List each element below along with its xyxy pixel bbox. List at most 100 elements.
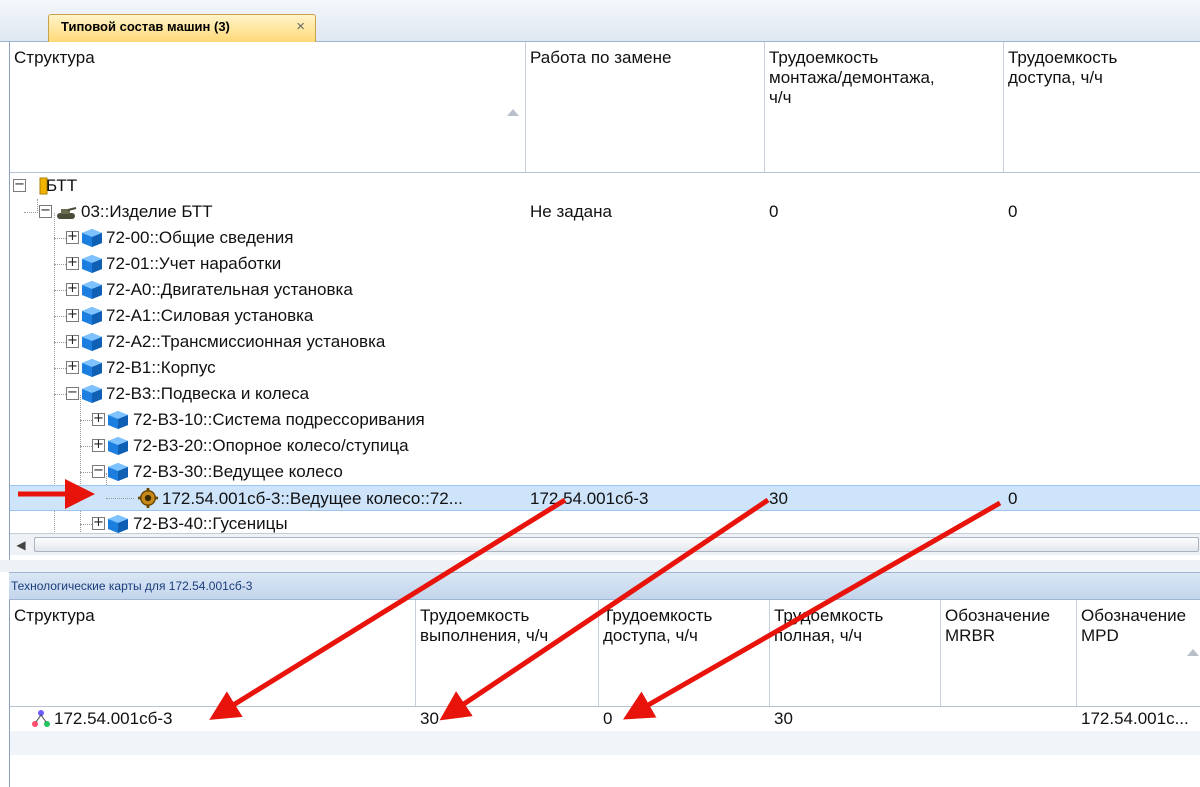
replace-work-cell: 172.54.001сб-3 [530, 489, 649, 508]
full-labor-cell: 30 [774, 709, 793, 728]
tree-node-label: 72-01::Учет наработки [106, 254, 282, 273]
tree-guide [80, 524, 92, 525]
cube-icon [82, 229, 102, 247]
tree-guide [80, 420, 92, 421]
table-row-empty [10, 755, 1200, 779]
tree-node-label: 72-A0::Двигательная установка [106, 280, 353, 299]
expander-minus-icon[interactable]: − [13, 178, 26, 192]
tree-row[interactable]: − 72-B3::Подвеска и колеса [10, 381, 1200, 407]
tree-row[interactable]: + 72-B1::Корпус [10, 355, 1200, 381]
scroll-thumb[interactable] [34, 537, 1199, 552]
cube-icon [82, 359, 102, 377]
column-header-structure[interactable]: Структура [10, 42, 526, 172]
expander-minus-icon[interactable]: − [39, 204, 52, 218]
horizontal-scrollbar[interactable]: ◀ [10, 533, 1200, 555]
expander-plus-icon[interactable]: + [66, 334, 79, 348]
expander-plus-icon[interactable]: + [66, 360, 79, 374]
column-header-mrbr[interactable]: Обозначение MRBR [941, 600, 1077, 706]
exec-labor-cell: 30 [420, 709, 439, 728]
column-header-structure[interactable]: Структура [10, 600, 416, 706]
column-header-full-labor[interactable]: Трудоемкость полная, ч/ч [770, 600, 941, 706]
structure-table-header: Структура Работа по замене Трудоемкость … [10, 42, 1200, 173]
gear-icon [138, 488, 158, 508]
tree-guide [24, 212, 38, 213]
tree-node-label: 72-B3-30::Ведущее колесо [133, 462, 343, 481]
expander-minus-icon[interactable]: − [92, 464, 105, 478]
tree-row[interactable]: + 72-00::Общие сведения [10, 225, 1200, 251]
cube-icon [82, 307, 102, 325]
tree-node-label: 72-A1::Силовая установка [106, 306, 314, 325]
tree-row[interactable]: − БТТ [10, 173, 1200, 199]
tree-node-label: 72-A2::Трансмиссионная установка [106, 332, 386, 351]
cube-icon [82, 333, 102, 351]
tree-node-label: 72-B3::Подвеска и колеса [106, 384, 310, 403]
cube-icon [108, 411, 128, 429]
table-row[interactable]: 172.54.001сб-3 30 0 30 172.54.001с... [10, 707, 1200, 731]
techcards-panel: Структура Трудоемкость выполнения, ч/ч Т… [9, 600, 1200, 787]
column-header-access-labor[interactable]: Трудоемкость доступа, ч/ч [1004, 42, 1200, 172]
tree-node-label: 72-B3-10::Система подрессоривания [133, 410, 425, 429]
tab-strip: Типовой состав машин (3) × [0, 0, 1200, 42]
tree-guide [54, 394, 66, 395]
techcards-caption: Технологические карты для 172.54.001сб-3 [9, 572, 1200, 600]
tree-row[interactable]: + 72-A0::Двигательная установка [10, 277, 1200, 303]
techcard-label: 172.54.001сб-3 [54, 709, 173, 728]
tree-row[interactable]: + 72-A2::Трансмиссионная установка [10, 329, 1200, 355]
sort-ascending-icon [507, 109, 519, 116]
expander-minus-icon[interactable]: − [66, 386, 79, 400]
expander-plus-icon[interactable]: + [66, 230, 79, 244]
mount-labor-cell: 0 [769, 202, 779, 221]
cube-icon [82, 255, 102, 273]
tree-row[interactable]: − 03::Изделие БТТ Не задана 0 0 [10, 199, 1200, 225]
cube-icon [108, 515, 128, 533]
tree-row[interactable]: + 72-B3-20::Опорное колесо/ступица [10, 433, 1200, 459]
tab-typical-composition[interactable]: Типовой состав машин (3) × [48, 14, 316, 42]
tree-guide [54, 238, 66, 239]
window: Типовой состав машин (3) × Структура Раб… [0, 0, 1200, 787]
tree-node-label: 72-00::Общие сведения [106, 228, 294, 247]
access-labor-cell: 0 [603, 709, 613, 728]
access-labor-cell: 0 [1008, 489, 1018, 508]
access-labor-cell: 0 [1008, 202, 1018, 221]
expander-plus-icon[interactable]: + [66, 256, 79, 270]
tree-row[interactable]: − 72-B3-30::Ведущее колесо [10, 459, 1200, 485]
replace-work-cell: Не задана [530, 202, 612, 221]
structure-panel: Структура Работа по замене Трудоемкость … [9, 42, 1200, 560]
tree-row[interactable]: + 72-01::Учет наработки [10, 251, 1200, 277]
tree-guide [54, 290, 66, 291]
tree-node-label: БТТ [46, 176, 78, 195]
expander-plus-icon[interactable]: + [92, 438, 105, 452]
expander-plus-icon[interactable]: + [92, 516, 105, 530]
column-header-exec-labor[interactable]: Трудоемкость выполнения, ч/ч [416, 600, 599, 706]
expander-plus-icon[interactable]: + [66, 282, 79, 296]
column-header-replace-work[interactable]: Работа по замене [526, 42, 765, 172]
sort-ascending-icon [1187, 649, 1199, 656]
techcards-table-header: Структура Трудоемкость выполнения, ч/ч Т… [10, 600, 1200, 707]
cube-icon [108, 463, 128, 481]
tank-icon [57, 207, 77, 219]
cube-icon [82, 281, 102, 299]
techcard-icon [32, 710, 50, 727]
cube-icon [82, 385, 102, 403]
expander-plus-icon[interactable]: + [92, 412, 105, 426]
tree-row[interactable]: + 72-B3-10::Система подрессоривания [10, 407, 1200, 433]
tree-guide [54, 316, 66, 317]
tree-guide [80, 472, 92, 473]
tree-node-label: 172.54.001сб-3::Ведущее колесо::72... [162, 489, 463, 508]
scroll-left-icon[interactable]: ◀ [10, 534, 32, 556]
expander-plus-icon[interactable]: + [66, 308, 79, 322]
tree-node-label: 03::Изделие БТТ [81, 202, 213, 221]
close-icon[interactable]: × [296, 18, 305, 35]
tree-row[interactable]: + 72-A1::Силовая установка [10, 303, 1200, 329]
tree-guide [54, 264, 66, 265]
tree-row-selected[interactable]: 172.54.001сб-3::Ведущее колесо::72... 17… [10, 485, 1200, 511]
tree-guide [54, 368, 66, 369]
tree-node-label: 72-B1::Корпус [106, 358, 216, 377]
column-header-mpd[interactable]: Обозначение MPD [1077, 600, 1200, 706]
splitter[interactable] [0, 560, 1200, 572]
table-row-empty [10, 731, 1200, 755]
mount-labor-cell: 30 [769, 489, 788, 508]
column-header-mount-labor[interactable]: Трудоемкость монтажа/демонтажа, ч/ч [765, 42, 1004, 172]
tab-label: Типовой состав машин (3) [61, 19, 230, 34]
column-header-access-labor[interactable]: Трудоемкость доступа, ч/ч [599, 600, 770, 706]
